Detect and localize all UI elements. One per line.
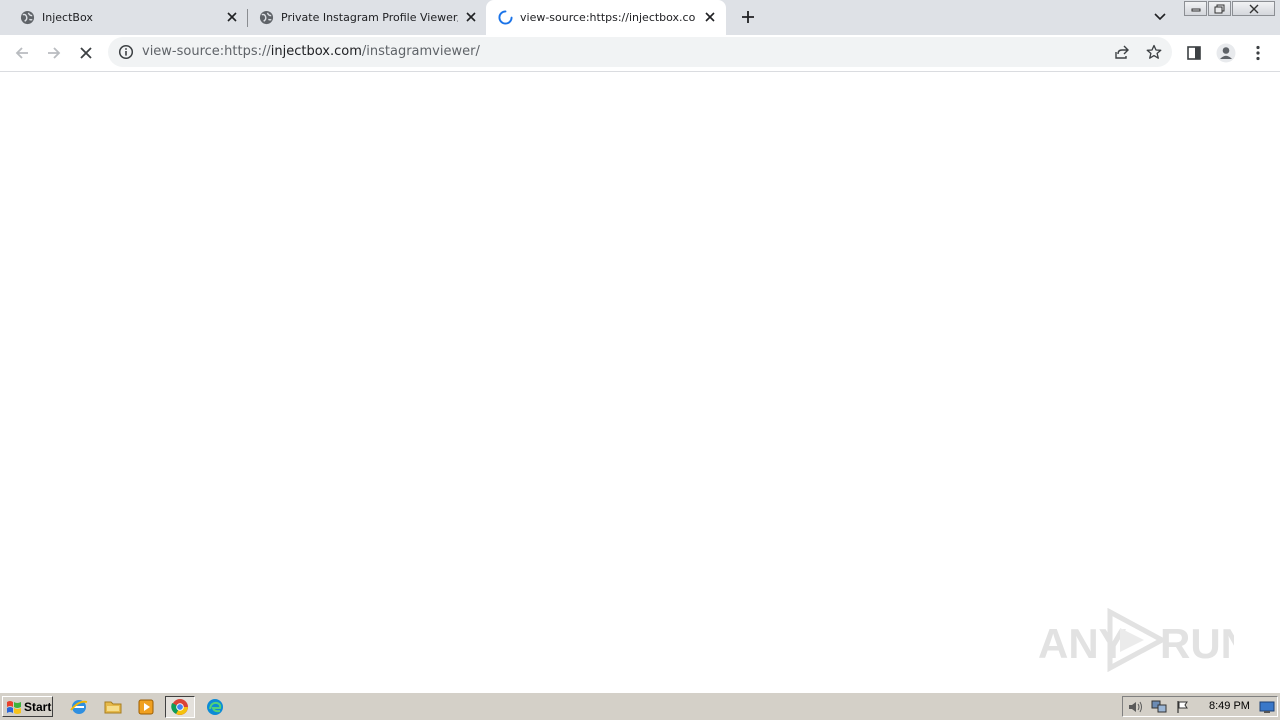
avatar-icon — [1216, 43, 1236, 63]
tab-injectbox[interactable]: InjectBox — [8, 0, 246, 35]
anyrun-watermark-logo: ANY RUN — [1038, 608, 1234, 672]
side-panel-icon — [1187, 46, 1201, 60]
system-tray: 8:49 PM — [1122, 696, 1278, 717]
start-label: Start — [24, 699, 52, 714]
chrome-icon[interactable] — [165, 696, 195, 718]
address-url: view-source:https://injectbox.com/instag… — [142, 44, 480, 60]
media-player-icon[interactable] — [137, 698, 155, 716]
stop-loading-button[interactable] — [74, 41, 98, 65]
back-button[interactable] — [10, 41, 34, 65]
tab-title: Private Instagram Profile Viewer/Unlo — [281, 11, 458, 24]
close-icon — [1249, 4, 1258, 13]
side-panel-button[interactable] — [1182, 41, 1206, 65]
folder-icon[interactable] — [104, 698, 122, 716]
stop-icon — [80, 47, 92, 59]
url-prefix: view-source:https:// — [142, 44, 271, 59]
kebab-menu-icon — [1256, 45, 1260, 61]
tab-title: InjectBox — [42, 11, 93, 24]
browser-toolbar: view-source:https://injectbox.com/instag… — [0, 35, 1280, 72]
tab-private-instagram-viewer[interactable]: Private Instagram Profile Viewer/Unlo — [247, 0, 485, 35]
page-content — [0, 72, 1280, 692]
restore-button[interactable] — [1208, 1, 1231, 16]
globe-icon — [20, 10, 35, 25]
close-tab-icon[interactable] — [224, 9, 240, 25]
restore-icon — [1214, 4, 1225, 13]
start-button[interactable]: Start — [2, 696, 53, 717]
internet-explorer-icon[interactable] — [70, 698, 88, 716]
volume-icon[interactable] — [1127, 699, 1143, 715]
network-icon[interactable] — [1151, 699, 1167, 715]
profile-button[interactable] — [1214, 41, 1238, 65]
tab-title: view-source:https://injectbox.com/ins — [520, 11, 695, 24]
info-icon[interactable] — [118, 44, 134, 60]
clock[interactable]: 8:49 PM — [1209, 700, 1250, 712]
tab-strip: InjectBox Private Instagram Profile View… — [0, 0, 1280, 35]
taskbar: Start 8:49 PM — [0, 692, 1280, 720]
windows-logo-icon — [7, 700, 21, 714]
edge-icon[interactable] — [206, 698, 224, 716]
close-window-button[interactable] — [1232, 1, 1275, 16]
minimize-button[interactable] — [1184, 1, 1207, 16]
close-tab-icon[interactable] — [702, 9, 718, 25]
url-path: /instagramviewer/ — [361, 44, 480, 59]
minimize-icon — [1191, 8, 1200, 11]
watermark-right-text: RUN — [1160, 620, 1234, 667]
address-bar[interactable]: view-source:https://injectbox.com/instag… — [108, 37, 1172, 67]
watermark-left-text: ANY — [1038, 620, 1127, 667]
menu-button[interactable] — [1246, 41, 1270, 65]
tab-search-button[interactable] — [1150, 8, 1170, 26]
arrow-left-icon — [15, 47, 28, 59]
chevron-down-icon — [1154, 13, 1166, 21]
loading-spinner-icon — [498, 10, 513, 25]
plus-icon — [742, 11, 754, 23]
globe-icon — [259, 10, 274, 25]
share-icon — [1115, 45, 1129, 59]
action-center-flag-icon[interactable] — [1175, 699, 1191, 715]
star-icon — [1146, 44, 1162, 59]
forward-button[interactable] — [42, 41, 66, 65]
url-host: injectbox.com — [270, 44, 362, 59]
arrow-right-icon — [48, 47, 61, 59]
share-button[interactable] — [1113, 43, 1131, 61]
new-tab-button[interactable] — [737, 6, 759, 28]
show-desktop-icon[interactable] — [1259, 699, 1275, 715]
close-tab-icon[interactable] — [463, 9, 479, 25]
bookmark-button[interactable] — [1145, 43, 1163, 61]
tab-view-source[interactable]: view-source:https://injectbox.com/ins — [486, 0, 726, 35]
